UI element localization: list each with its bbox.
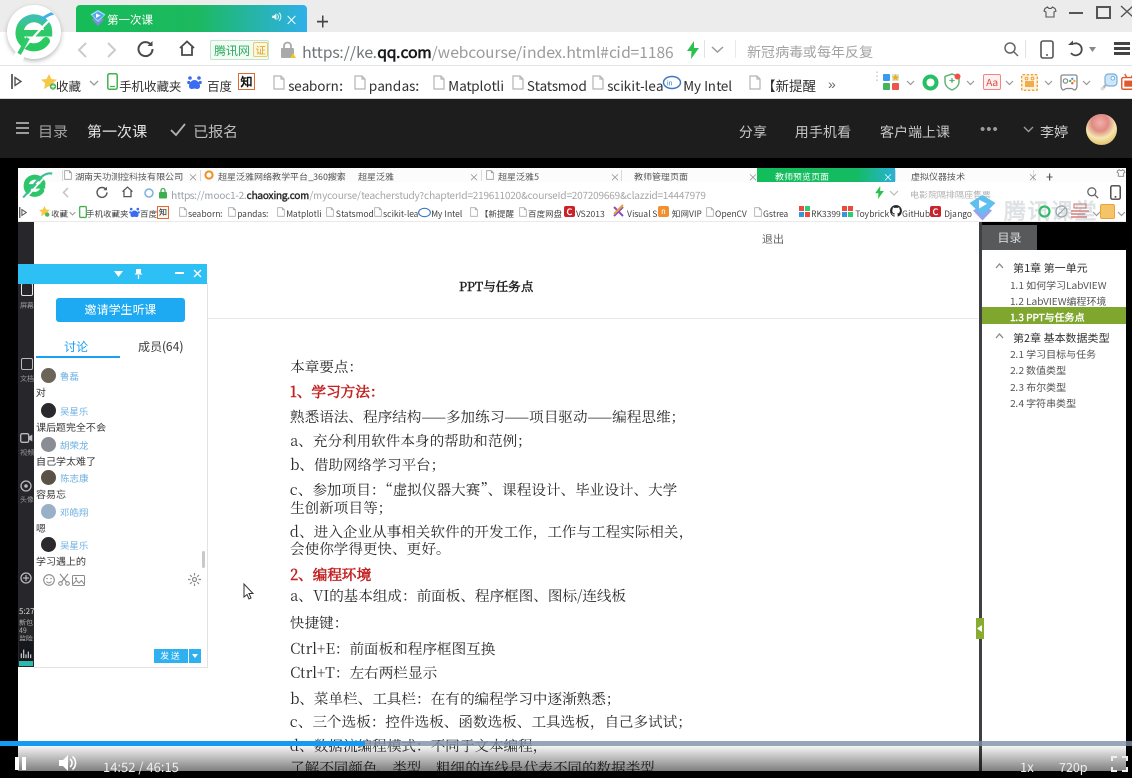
- svg-text:in: in: [667, 81, 673, 88]
